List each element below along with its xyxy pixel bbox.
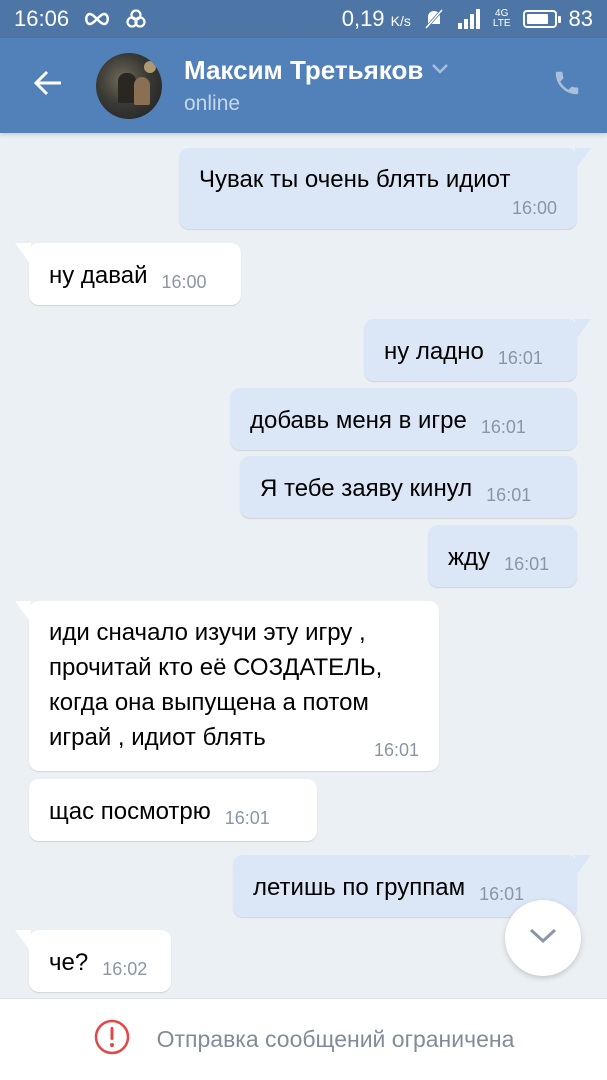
message-bubble[interactable]: добавь меня в игре 16:01 xyxy=(230,388,577,450)
contact-info[interactable]: Максим Третьяков online xyxy=(184,55,449,116)
message-bubble[interactable]: Я тебе заяву кинул 16:01 xyxy=(240,456,577,518)
phone-icon xyxy=(552,68,582,103)
message-bubble[interactable]: ну давай 16:00 xyxy=(15,243,241,305)
arrow-left-icon xyxy=(33,70,63,101)
message-list[interactable]: Чувак ты очень блять идиот 16:00 ну дава… xyxy=(0,133,607,998)
message-bubble[interactable]: жду 16:01 xyxy=(428,525,577,587)
call-button[interactable] xyxy=(527,38,607,133)
battery-icon xyxy=(522,10,561,28)
message-bubble[interactable]: че? 16:02 xyxy=(15,930,171,992)
back-button[interactable] xyxy=(0,38,96,133)
scroll-to-bottom-button[interactable] xyxy=(505,900,581,976)
network-speed: 0,19 K/s xyxy=(341,6,411,31)
message-bubble[interactable]: Чувак ты очень блять идиот 16:00 xyxy=(179,148,591,229)
signal-icon xyxy=(457,9,481,29)
clock: 16:06 xyxy=(14,6,70,31)
message-bubble[interactable]: иди сначало изучи эту игру , прочитай кт… xyxy=(15,601,439,771)
sync-icon xyxy=(125,8,147,30)
network-type: 4G LTE xyxy=(492,8,511,29)
chevron-down-icon xyxy=(528,927,558,950)
chevron-down-icon xyxy=(431,62,449,80)
infinity-icon xyxy=(83,11,111,27)
status-bar: 16:06 0,19 K/s 4G LTE 83 xyxy=(0,0,607,38)
exclamation-circle-icon xyxy=(93,1018,131,1061)
message-bubble[interactable]: ну ладно 16:01 xyxy=(364,319,591,381)
app-bar: Максим Третьяков online xyxy=(0,38,607,133)
mute-bell-icon xyxy=(423,8,445,30)
message-bubble[interactable]: щас посмотрю 16:01 xyxy=(29,779,317,841)
restriction-text: Отправка сообщений ограничена xyxy=(156,1026,515,1052)
contact-status: online xyxy=(184,92,241,115)
battery-percent: 83 xyxy=(568,6,593,31)
avatar[interactable] xyxy=(96,52,162,119)
contact-name: Максим Третьяков xyxy=(184,55,424,85)
chat-screen: 16:06 0,19 K/s 4G LTE 83 Максим Третьяко… xyxy=(0,0,607,1080)
restriction-bar: Отправка сообщений ограничена xyxy=(0,998,607,1080)
